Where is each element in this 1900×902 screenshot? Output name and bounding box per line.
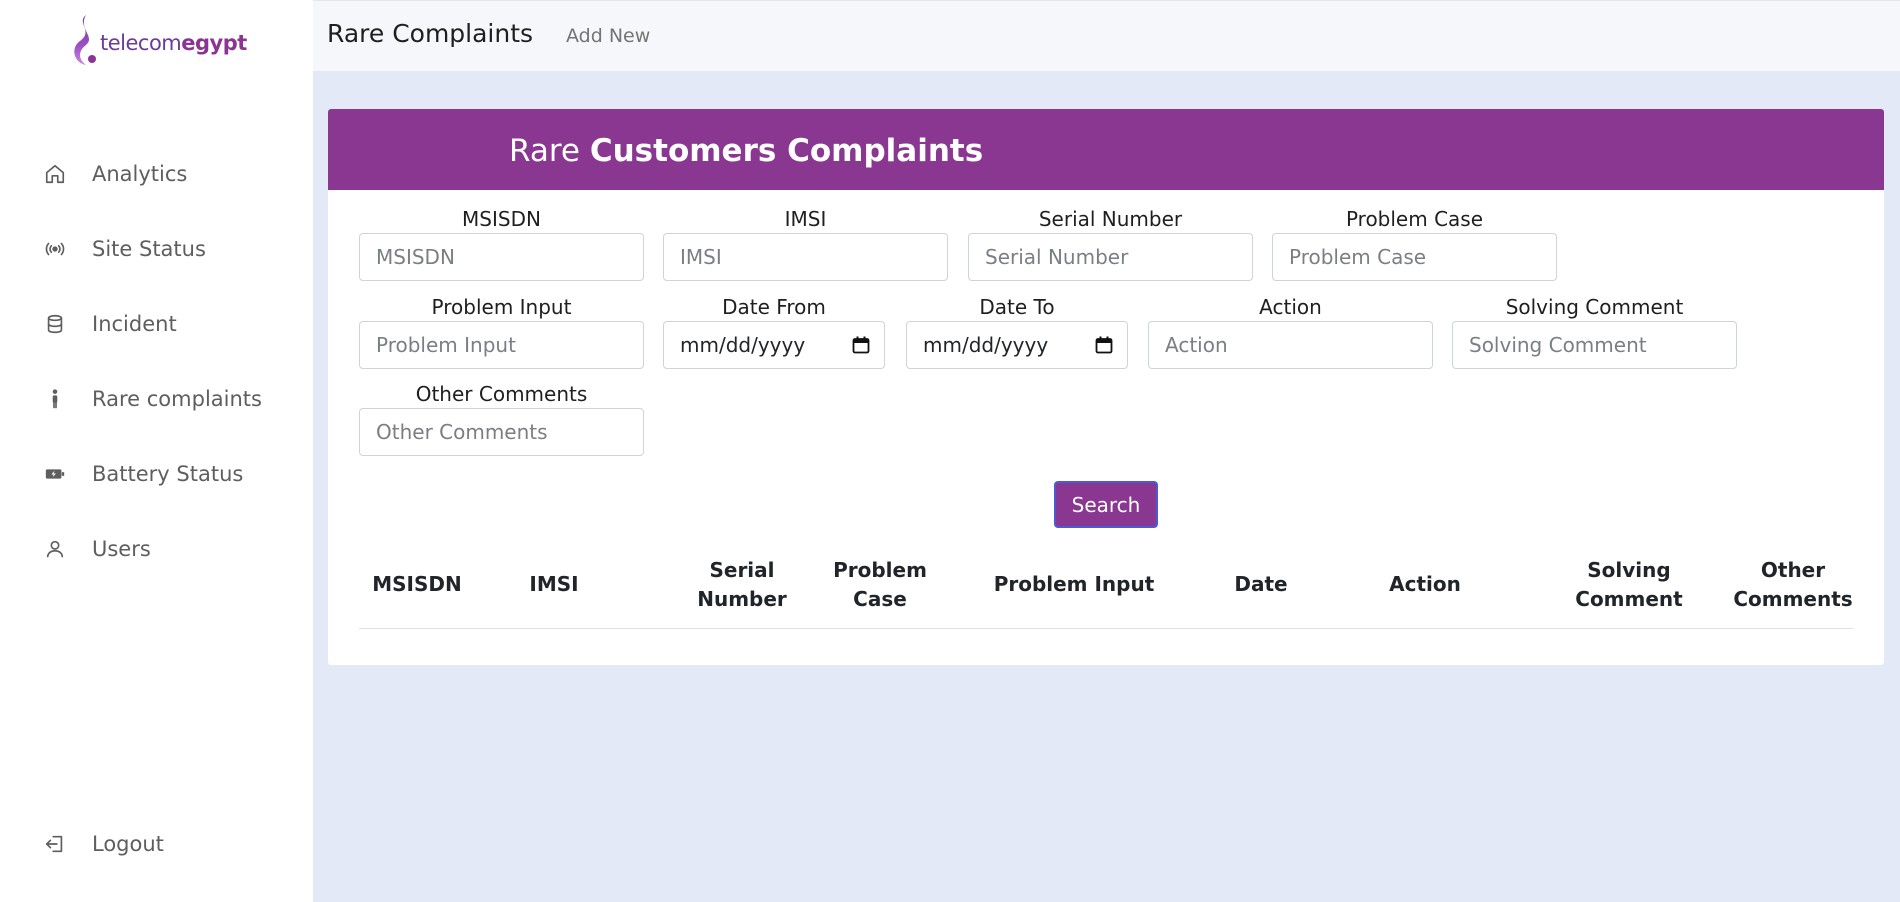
card-title: Rare Customers Complaints xyxy=(509,133,984,169)
other-comments-label: Other Comments xyxy=(415,382,588,406)
sidebar-item-label: Analytics xyxy=(92,161,188,186)
top-header: Rare Complaints Add New xyxy=(313,0,1900,71)
msisdn-input[interactable] xyxy=(359,233,644,281)
imsi-field: IMSI xyxy=(663,205,948,281)
column-header-action[interactable]: Action xyxy=(1365,541,1485,628)
problem-case-input[interactable] xyxy=(1272,233,1557,281)
calendar-icon[interactable] xyxy=(1095,336,1113,354)
column-header-date[interactable]: Date xyxy=(1211,541,1311,628)
column-header-serial-number[interactable]: Serial Number xyxy=(690,541,794,628)
battery-charging-icon xyxy=(44,463,66,485)
other-comments-input[interactable] xyxy=(359,408,644,456)
serial-number-input[interactable] xyxy=(968,233,1253,281)
date-from-label: Date From xyxy=(722,295,826,319)
sidebar-nav: Analytics Site Status Incident Rare comp… xyxy=(0,136,313,586)
date-to-value: mm/dd/yyyy xyxy=(923,333,1049,357)
column-header-problem-input[interactable]: Problem Input xyxy=(974,541,1174,628)
sidebar-item-label: Rare complaints xyxy=(92,386,262,411)
calendar-icon[interactable] xyxy=(852,336,870,354)
problem-case-field: Problem Case xyxy=(1272,205,1557,281)
complaints-card: Rare Customers Complaints MSISDN IMSI Se… xyxy=(328,109,1884,665)
sidebar-item-analytics[interactable]: Analytics xyxy=(0,136,313,211)
telecom-egypt-logo[interactable]: telecomegypt xyxy=(68,12,258,68)
page-title: Rare Complaints xyxy=(327,19,534,48)
problem-case-label: Problem Case xyxy=(1345,207,1484,231)
user-icon xyxy=(44,538,66,560)
sidebar-item-label: Incident xyxy=(92,311,177,336)
date-to-label: Date To xyxy=(979,295,1055,319)
sidebar-item-site-status[interactable]: Site Status xyxy=(0,211,313,286)
table-header: MSISDN IMSI Serial Number Problem Case Pro… xyxy=(359,541,1853,629)
sidebar: telecomegypt Analytics Site Status Incid… xyxy=(0,0,313,902)
logout-icon xyxy=(44,833,66,855)
sidebar-item-label: Users xyxy=(92,536,151,561)
sidebar-item-label: Battery Status xyxy=(92,461,244,486)
problem-input-label: Problem Input xyxy=(431,295,572,319)
broadcast-icon xyxy=(44,238,66,260)
solving-comment-label: Solving Comment xyxy=(1505,295,1684,319)
column-header-problem-case[interactable]: Problem Case xyxy=(828,541,932,628)
problem-input-input[interactable] xyxy=(359,321,644,369)
sidebar-item-label: Site Status xyxy=(92,236,206,261)
date-to-input[interactable]: mm/dd/yyyy xyxy=(906,321,1128,369)
column-header-msisdn[interactable]: MSISDN xyxy=(359,541,475,628)
column-header-other-comments[interactable]: Other Comments xyxy=(1733,541,1853,628)
action-input[interactable] xyxy=(1148,321,1433,369)
date-from-value: mm/dd/yyyy xyxy=(680,333,806,357)
imsi-label: IMSI xyxy=(784,207,827,231)
problem-input-field: Problem Input xyxy=(359,293,644,369)
sidebar-item-rare-complaints[interactable]: Rare complaints xyxy=(0,361,313,436)
add-new-link[interactable]: Add New xyxy=(566,25,650,47)
home-icon xyxy=(44,163,66,185)
brand-name: telecomegypt xyxy=(100,31,247,55)
logout-button[interactable]: Logout xyxy=(44,832,164,856)
person-icon xyxy=(44,388,66,410)
column-header-imsi[interactable]: IMSI xyxy=(514,541,594,628)
solving-comment-input[interactable] xyxy=(1452,321,1737,369)
column-header-solving-comment[interactable]: Solving Comment xyxy=(1567,541,1691,628)
date-from-field: Date From mm/dd/yyyy xyxy=(663,293,885,369)
card-header: Rare Customers Complaints xyxy=(328,109,1884,190)
database-icon xyxy=(44,313,66,335)
solving-comment-field: Solving Comment xyxy=(1452,293,1737,369)
search-button[interactable]: Search xyxy=(1054,481,1158,528)
action-label: Action xyxy=(1259,295,1322,319)
sidebar-item-users[interactable]: Users xyxy=(0,511,313,586)
date-from-input[interactable]: mm/dd/yyyy xyxy=(663,321,885,369)
action-field: Action xyxy=(1148,293,1433,369)
imsi-input[interactable] xyxy=(663,233,948,281)
date-to-field: Date To mm/dd/yyyy xyxy=(906,293,1128,369)
sidebar-item-battery-status[interactable]: Battery Status xyxy=(0,436,313,511)
msisdn-field: MSISDN xyxy=(359,205,644,281)
telecom-egypt-logo-mark-icon xyxy=(74,15,96,65)
logout-label: Logout xyxy=(92,832,164,856)
sidebar-item-incident[interactable]: Incident xyxy=(0,286,313,361)
msisdn-label: MSISDN xyxy=(462,207,541,231)
other-comments-field: Other Comments xyxy=(359,380,644,456)
serial-number-label: Serial Number xyxy=(1038,207,1183,231)
serial-number-field: Serial Number xyxy=(968,205,1253,281)
